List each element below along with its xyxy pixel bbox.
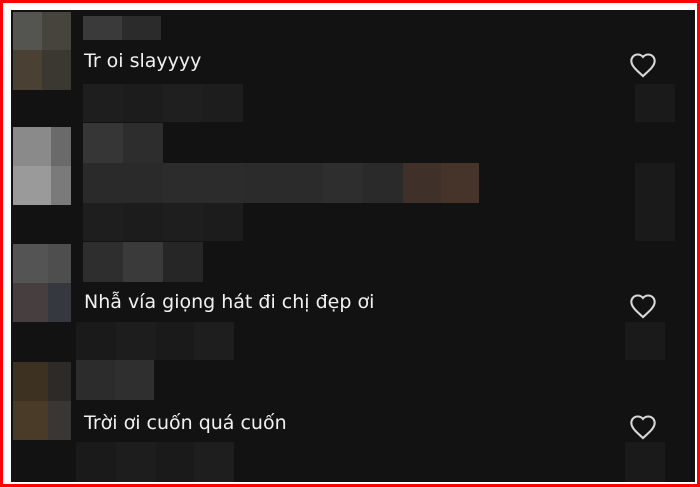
comment-text: Nhẫ vía giọng hát đi chị đẹp ơi: [84, 291, 375, 313]
comments-list: Tr oi slayyyy Nhẫ vía giọng hát đi chị đ…: [11, 10, 695, 482]
like-count-blurred: [635, 203, 675, 241]
avatar[interactable]: [13, 362, 71, 440]
like-count-blurred: [635, 84, 675, 122]
username-blurred: [83, 242, 203, 282]
username-blurred: [76, 360, 154, 400]
screenshot-frame: Tr oi slayyyy Nhẫ vía giọng hát đi chị đ…: [0, 0, 700, 487]
heart-icon[interactable]: [629, 293, 657, 319]
avatar[interactable]: [13, 12, 71, 90]
avatar[interactable]: [13, 244, 71, 322]
heart-icon-blurred[interactable]: [635, 163, 675, 203]
reply-row-blurred: [76, 442, 234, 482]
avatar[interactable]: [13, 127, 71, 205]
username-blurred: [83, 16, 161, 40]
comment-text-blurred: [83, 163, 479, 203]
username-blurred: [83, 123, 163, 163]
like-count-blurred: [625, 442, 665, 482]
heart-icon[interactable]: [629, 414, 657, 440]
heart-icon[interactable]: [629, 52, 657, 78]
reply-row-blurred: [83, 84, 243, 122]
reply-row-blurred: [76, 322, 234, 360]
comment-text: Tr oi slayyyy: [84, 50, 202, 72]
reply-row-blurred: [83, 203, 243, 241]
comment-text: Trời ơi cuốn quá cuốn: [84, 412, 287, 434]
like-count-blurred: [625, 322, 665, 360]
